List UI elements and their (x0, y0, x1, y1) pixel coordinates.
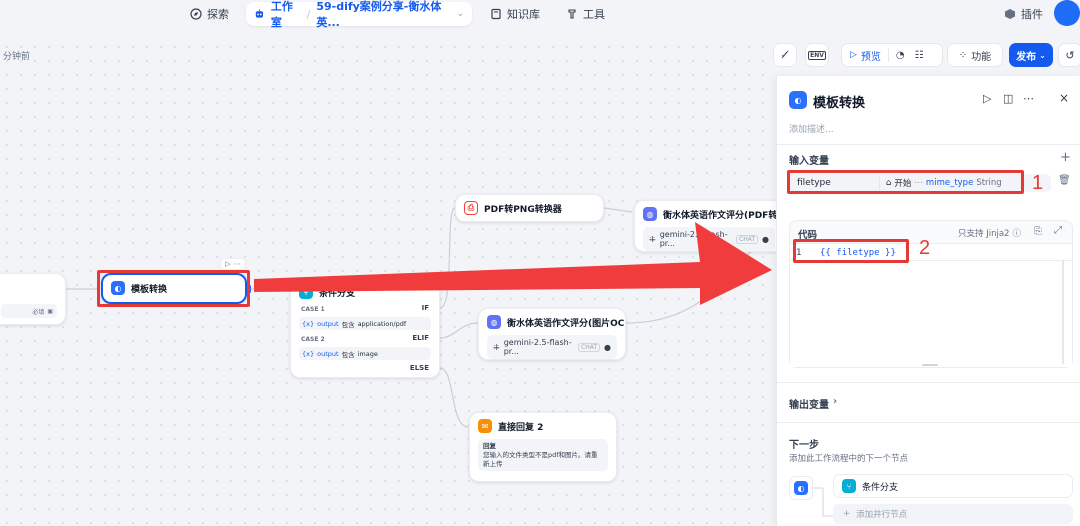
preview-button[interactable]: 预览 (861, 48, 881, 63)
publish-button[interactable]: 发布 ⌄ (1009, 43, 1053, 67)
preview-group: ▷ 预览 ◔ ☷ (841, 43, 943, 67)
version-history-button[interactable]: ↺ (1058, 43, 1080, 67)
resize-handle[interactable] (922, 364, 938, 366)
description-input[interactable]: 添加描述... (789, 122, 834, 135)
marker-2: 2 (919, 237, 931, 259)
features-icon: ⁘ (958, 49, 968, 61)
cube-icon (1005, 9, 1015, 19)
next-node-condition[interactable]: ⑂ 条件分支 (833, 474, 1073, 498)
run-icon[interactable]: ▷ (983, 92, 991, 105)
chevron-down-icon: ⌄ (1039, 50, 1046, 60)
add-variable-icon[interactable]: + (1060, 150, 1071, 165)
marker-1: 1 (1032, 172, 1044, 194)
help-icon[interactable]: ⓘ (1012, 227, 1021, 239)
checklist-button[interactable]: ✓̸ (773, 43, 797, 67)
scrollbar[interactable] (1062, 260, 1064, 364)
trash-icon[interactable]: 🗑 (1058, 175, 1071, 186)
history-icon: ↺ (1065, 48, 1075, 62)
add-parallel-node-button[interactable]: + 添加并行节点 (833, 504, 1073, 524)
divider (777, 144, 1080, 145)
copy-icon[interactable]: ⎘ (1034, 226, 1042, 237)
nav-plugins[interactable]: 插件 (1004, 4, 1043, 24)
env-icon: ENV (808, 50, 826, 60)
current-node-icon: ◐ (789, 476, 813, 500)
template-icon: ◐ (794, 481, 808, 495)
output-vars-toggle[interactable]: 输出变量 › (789, 396, 837, 411)
help-doc-icon[interactable]: ◫ (1003, 92, 1013, 105)
env-button[interactable]: ENV (805, 43, 829, 67)
more-icon[interactable]: ⋯ (1023, 92, 1034, 105)
node-settings-panel: ◐ 模板转换 ▷ ◫ ⋯ × 添加描述... 输入变量 + filetype ⌂… (776, 76, 1080, 526)
divider (777, 382, 1080, 383)
branch-icon: ⑂ (842, 479, 856, 493)
plus-icon: + (843, 509, 851, 519)
expand-icon[interactable]: ⤢ (1054, 225, 1062, 236)
close-icon[interactable]: × (1059, 91, 1069, 105)
panel-title[interactable]: 模板转换 (813, 92, 865, 111)
checklist-icon: ✓̸ (780, 49, 790, 61)
divider (777, 422, 1080, 423)
template-icon: ◐ (789, 91, 807, 109)
chevron-right-icon: › (833, 396, 838, 407)
annotation-arrow (254, 222, 772, 305)
features-button[interactable]: ⁘ 功能 (947, 43, 1003, 67)
play-icon: ▷ (850, 50, 857, 60)
divider (887, 48, 889, 62)
highlight-box-code (793, 239, 909, 263)
avatar[interactable] (1054, 0, 1080, 26)
log-icon[interactable]: ☷ (915, 50, 924, 61)
history-run-icon[interactable]: ◔ (896, 50, 905, 61)
highlight-box-variable (787, 170, 1024, 194)
